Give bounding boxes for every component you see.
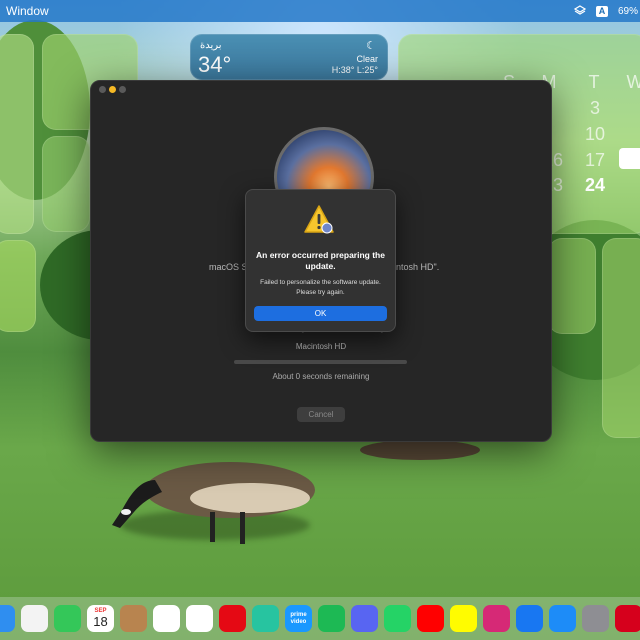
dock-notion-icon[interactable]: [186, 605, 213, 632]
app-menu[interactable]: Window: [6, 4, 49, 18]
warning-icon: [304, 205, 334, 234]
dock-mail-icon[interactable]: [0, 605, 15, 632]
weather-high-low: H:38° L:25°: [331, 65, 378, 75]
dock-acrobat-icon[interactable]: [615, 605, 640, 632]
calendar-day: 3: [589, 98, 600, 118]
dock-prime-video-icon[interactable]: prime video: [285, 605, 312, 632]
progress-bar: [234, 360, 407, 364]
dock: SEP 18 prime video: [0, 597, 640, 640]
dock-facetime-icon[interactable]: [54, 605, 81, 632]
dock-facebook-icon[interactable]: [516, 605, 543, 632]
calendar-day: 24: [584, 175, 606, 195]
widget-small-left: [0, 240, 36, 332]
input-source-icon[interactable]: A: [595, 5, 608, 17]
dock-instagram-icon[interactable]: [483, 605, 510, 632]
zoom-button[interactable]: [119, 86, 126, 93]
dock-calendar-icon[interactable]: SEP 18: [87, 605, 114, 632]
dock-system-settings-icon[interactable]: [582, 605, 609, 632]
widget-photo-right: [602, 238, 640, 438]
battery-percentage[interactable]: 69%: [618, 6, 638, 17]
calendar-today: 18: [619, 148, 640, 169]
goose-image: [112, 462, 315, 544]
calendar-day: 10: [584, 124, 606, 144]
dock-prime-video-label: prime video: [290, 611, 307, 625]
minimize-button[interactable]: [109, 86, 116, 93]
error-alert[interactable]: An error occurred preparing the update. …: [245, 189, 396, 332]
weather-city: بريدة: [200, 40, 222, 51]
goose-image-2: [360, 440, 480, 460]
calendar-day: 17: [584, 150, 606, 170]
dock-calendar-day: 18: [93, 614, 108, 629]
calendar-header-w: W: [626, 72, 640, 92]
weather-condition: Clear: [356, 54, 378, 64]
alert-message: Failed to personalize the software updat…: [260, 279, 381, 296]
weather-temperature: 34°: [198, 52, 232, 77]
widget-circle: [42, 136, 90, 232]
dock-app-store-icon[interactable]: [549, 605, 576, 632]
close-button[interactable]: [99, 86, 106, 93]
weather-widget[interactable]: بريدة 34° ☾ Clear H:38° L:25°: [190, 34, 388, 80]
calendar-header-t: T: [588, 72, 600, 92]
dock-photos-icon[interactable]: [21, 605, 48, 632]
dock-netflix-icon[interactable]: [219, 605, 246, 632]
dock-discord-icon[interactable]: [351, 605, 378, 632]
widget-tall-left: [0, 34, 34, 234]
dock-youtube-icon[interactable]: [417, 605, 444, 632]
dock-snapchat-icon[interactable]: [450, 605, 477, 632]
install-message-right: ntosh HD".: [396, 262, 440, 272]
ok-button[interactable]: OK: [254, 306, 387, 321]
dock-reminders-icon[interactable]: [153, 605, 180, 632]
dock-whatsapp-icon[interactable]: [384, 605, 411, 632]
status-area: A 69%: [573, 5, 638, 17]
moon-icon: ☾: [366, 40, 376, 52]
time-remaining: About 0 seconds remaining: [272, 372, 370, 381]
widget-right-list: [548, 238, 596, 334]
dock-messages-alt-icon[interactable]: [252, 605, 279, 632]
cancel-button[interactable]: Cancel: [297, 407, 345, 422]
menu-bar: Window A 69%: [0, 0, 640, 22]
disk-name: Macintosh HD: [295, 342, 347, 351]
dock-contacts-icon[interactable]: [120, 605, 147, 632]
alert-title: An error occurred preparing the update.: [256, 250, 385, 271]
layers-icon[interactable]: [573, 5, 586, 17]
dock-spotify-icon[interactable]: [318, 605, 345, 632]
